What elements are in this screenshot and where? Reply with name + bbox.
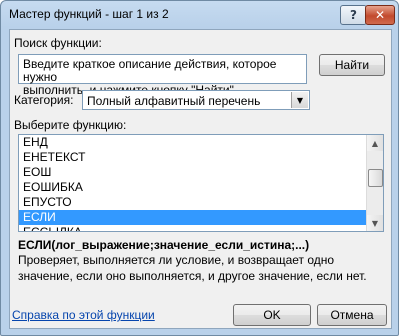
dialog-body: Поиск функции: Введите краткое описание … bbox=[9, 29, 392, 329]
list-item[interactable]: ЕНД bbox=[19, 135, 368, 150]
scroll-thumb[interactable] bbox=[368, 169, 383, 187]
function-list-label: Выберите функцию: bbox=[14, 118, 127, 132]
list-item[interactable]: ЕССЫЛКА bbox=[19, 225, 368, 231]
chevron-down-icon[interactable]: ▼ bbox=[291, 92, 308, 108]
scroll-down-icon[interactable]: ▼ bbox=[367, 215, 383, 231]
find-button[interactable]: Найти bbox=[319, 54, 385, 76]
list-item[interactable]: ЕОШ bbox=[19, 165, 368, 180]
list-item[interactable]: ЕНЕТЕКСТ bbox=[19, 150, 368, 165]
ok-button[interactable]: OK bbox=[233, 304, 311, 326]
list-item[interactable]: ЕСЛИ bbox=[19, 210, 368, 225]
list-item[interactable]: ЕПУСТО bbox=[19, 195, 368, 210]
close-button[interactable]: ✕ bbox=[365, 5, 395, 25]
function-signature: ЕСЛИ(лог_выражение;значение_если_истина;… bbox=[18, 238, 310, 252]
cancel-button[interactable]: Отмена bbox=[317, 304, 387, 326]
function-list-scrollbar[interactable]: ▲ ▼ bbox=[366, 135, 383, 231]
dialog-window: Мастер функций - шаг 1 из 2 ? ✕ Поиск фу… bbox=[0, 0, 399, 336]
function-listbox[interactable]: ЕНД ЕНЕТЕКСТ ЕОШ ЕОШИБКА ЕПУСТО ЕСЛИ ЕССЫЛКА ▲… bbox=[18, 134, 384, 232]
help-button[interactable]: ? bbox=[340, 5, 367, 25]
scroll-up-icon[interactable]: ▲ bbox=[367, 135, 383, 151]
function-list-items: ЕНД ЕНЕТЕКСТ ЕОШ ЕОШИБКА ЕПУСТО ЕСЛИ ЕССЫЛКА bbox=[19, 135, 368, 231]
help-link[interactable]: Справка по этой функции bbox=[12, 308, 155, 322]
search-input[interactable]: Введите краткое описание действия, котор… bbox=[18, 54, 307, 97]
search-label: Поиск функции: bbox=[14, 36, 102, 50]
title-bar[interactable]: Мастер функций - шаг 1 из 2 ? ✕ bbox=[1, 1, 398, 29]
category-selected-value: Полный алфавитный перечень bbox=[87, 94, 261, 108]
window-title: Мастер функций - шаг 1 из 2 bbox=[9, 7, 169, 21]
list-item[interactable]: ЕОШИБКА bbox=[19, 180, 368, 195]
category-select[interactable]: Полный алфавитный перечень ▼ bbox=[82, 90, 310, 110]
category-label: Категория: bbox=[14, 93, 74, 107]
function-description: Проверяет, выполняется ли условие, и воз… bbox=[18, 253, 367, 283]
